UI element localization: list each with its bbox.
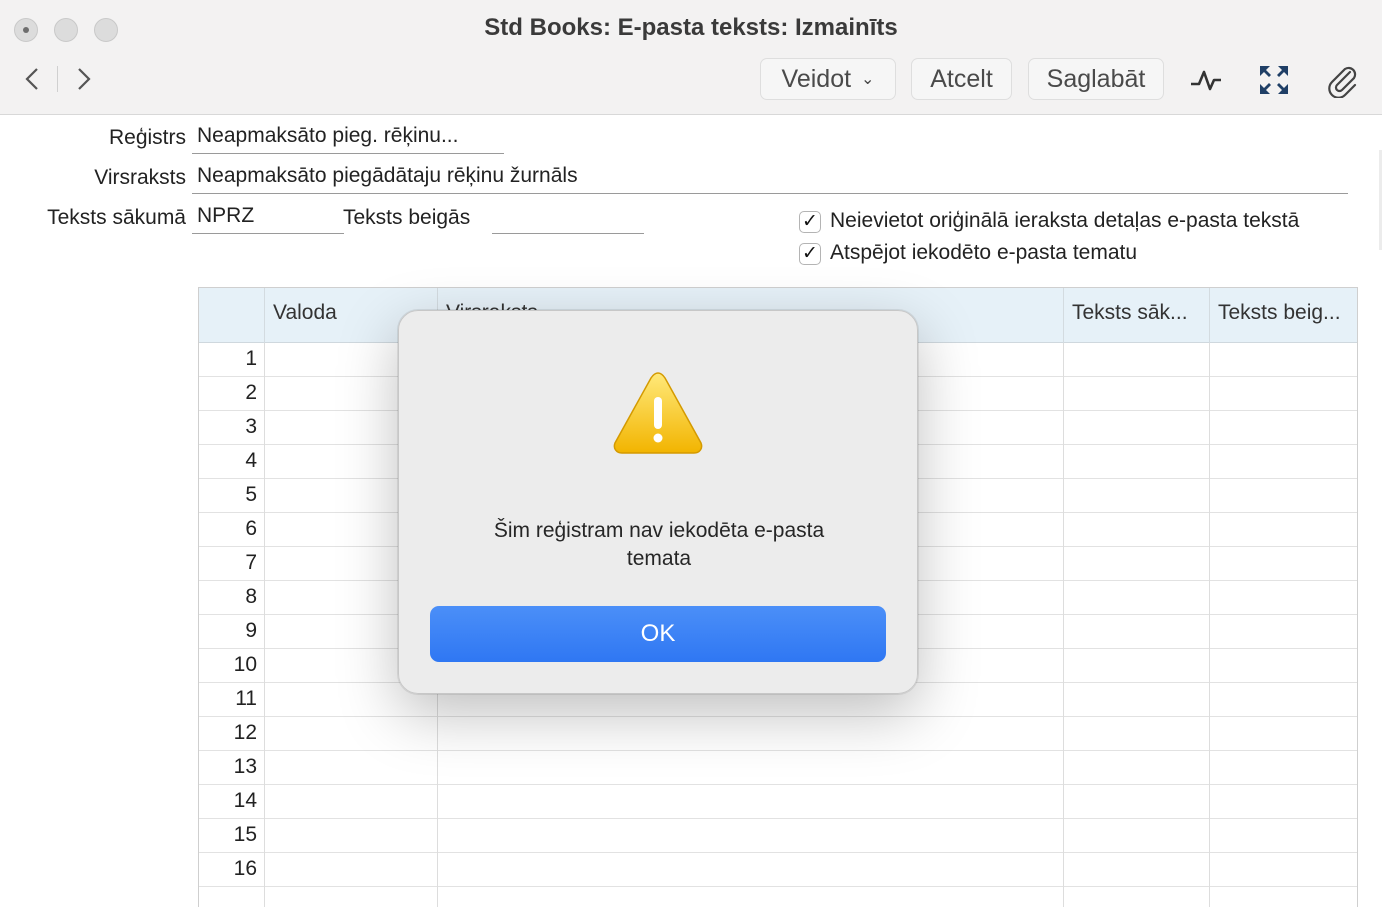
save-label: Saglabāt: [1046, 64, 1146, 93]
expand-button[interactable]: [1256, 62, 1292, 98]
row-number: 11: [235, 687, 257, 710]
grid-divider: [264, 343, 265, 907]
attachment-icon: [1328, 66, 1357, 99]
row-number: 10: [233, 653, 257, 676]
row-number: 13: [233, 755, 257, 778]
row-number: 1: [245, 347, 257, 370]
text-start-field[interactable]: NPRZ: [192, 204, 344, 234]
chevron-down-icon: ⌄: [861, 71, 875, 88]
register-label: Reģistrs: [108, 126, 186, 149]
table-row[interactable]: 15: [199, 819, 1357, 853]
activity-button[interactable]: [1188, 62, 1224, 98]
back-icon: [25, 68, 38, 90]
column-header-text-end[interactable]: Teksts beig...: [1209, 288, 1357, 343]
row-number: 15: [233, 823, 257, 846]
attachment-button[interactable]: [1324, 62, 1360, 99]
register-field[interactable]: Neapmaksāto pieg. rēķinu...: [192, 124, 504, 154]
forward-button[interactable]: [70, 62, 96, 96]
row-number: 7: [245, 551, 257, 574]
activity-icon: [1191, 70, 1221, 91]
nav-divider: [57, 66, 58, 92]
heading-field[interactable]: Neapmaksāto piegādātaju rēķinu žurnāls: [192, 164, 1348, 194]
app-window: Std Books: E-pasta teksts: Izmainīts Vei…: [0, 0, 1382, 907]
row-number: 12: [233, 721, 257, 744]
heading-label: Virsraksts: [94, 166, 186, 189]
ok-button[interactable]: OK: [430, 606, 886, 662]
window-title: Std Books: E-pasta teksts: Izmainīts: [484, 14, 898, 41]
create-menu-button[interactable]: Veidot ⌄: [760, 58, 896, 100]
table-row[interactable]: 12: [199, 717, 1357, 751]
checkbox-disable-subject[interactable]: ✓: [799, 243, 821, 265]
checkbox-no-original-details-label: Neievietot oriģinālā ieraksta detaļas e-…: [830, 209, 1300, 232]
text-end-field[interactable]: [492, 204, 644, 234]
row-number: 4: [245, 449, 257, 472]
row-number: 6: [245, 517, 257, 540]
table-row[interactable]: 16: [199, 853, 1357, 887]
table-row[interactable]: 13: [199, 751, 1357, 785]
create-menu-label: Veidot: [781, 64, 852, 93]
checkbox-disable-subject-label: Atspējot iekodēto e-pasta tematu: [830, 241, 1138, 264]
titlebar: Std Books: E-pasta teksts: Izmainīts Vei…: [0, 0, 1382, 115]
alert-dialog: Šim reģistram nav iekodēta e-pasta temat…: [398, 310, 918, 694]
grid-divider: [1209, 343, 1210, 907]
forward-icon: [78, 68, 91, 90]
cancel-button[interactable]: Atcelt: [911, 58, 1012, 100]
row-number: 9: [245, 619, 257, 642]
grid-divider: [1063, 343, 1064, 907]
checkbox-no-original-details[interactable]: ✓: [799, 211, 821, 233]
table-row[interactable]: 14: [199, 785, 1357, 819]
warning-icon: [611, 369, 705, 457]
text-end-label: Teksts beigās: [343, 206, 471, 229]
row-number: 2: [245, 381, 257, 404]
cancel-label: Atcelt: [930, 64, 993, 93]
row-number: 8: [245, 585, 257, 608]
row-number: 16: [233, 857, 257, 880]
column-header-text-start[interactable]: Teksts sāk...: [1063, 288, 1209, 343]
expand-icon: [1260, 66, 1288, 94]
dialog-message: Šim reģistram nav iekodēta e-pasta temat…: [493, 519, 825, 570]
row-number: 3: [245, 415, 257, 438]
text-start-label: Teksts sākumā: [47, 206, 186, 229]
back-button[interactable]: [20, 62, 46, 96]
row-number: 5: [245, 483, 257, 506]
save-button[interactable]: Saglabāt: [1028, 58, 1164, 100]
row-number: 14: [233, 789, 257, 812]
